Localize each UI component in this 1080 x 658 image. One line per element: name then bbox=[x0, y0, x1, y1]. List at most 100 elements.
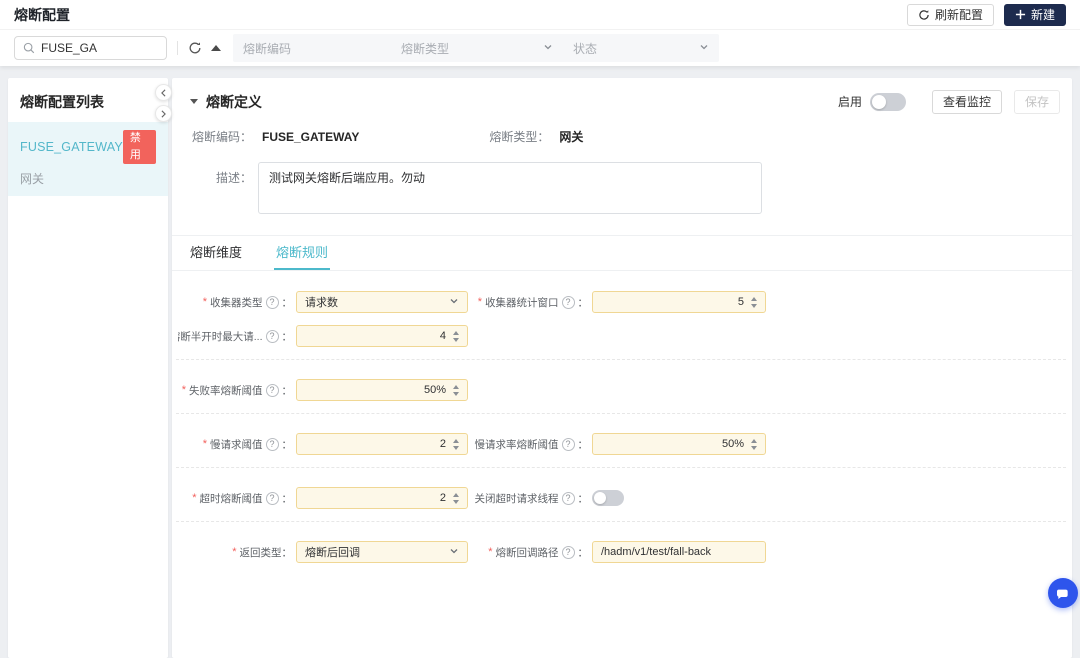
sidebar-item-row: FUSE_GATEWAY 禁用 bbox=[20, 130, 156, 164]
section-title: 熔断定义 bbox=[206, 93, 262, 110]
search-icon bbox=[23, 42, 35, 54]
panel-header: 熔断定义 启用 查看监控 保存 bbox=[172, 78, 1072, 114]
search-value: FUSE_GA bbox=[41, 41, 98, 55]
page-prev-button[interactable] bbox=[155, 84, 172, 101]
timeout-label: * 超时熔断阈值?： bbox=[192, 491, 292, 505]
slow-rate-label: *慢请求率熔断阈值?： bbox=[474, 437, 588, 451]
config-name: FUSE_GATEWAY bbox=[20, 140, 123, 154]
toggle-knob bbox=[594, 492, 606, 504]
collector-type-select[interactable]: 请求数 bbox=[296, 291, 468, 313]
help-icon[interactable]: ? bbox=[265, 383, 279, 397]
description-row: 描述： 测试网关熔断后端应用。勿动 bbox=[172, 162, 1072, 214]
help-widget-button[interactable] bbox=[1048, 578, 1078, 608]
callback-path-label: * 熔断回调路径?： bbox=[488, 545, 588, 559]
form-row: * 失败率熔断阈值?： 50% bbox=[172, 379, 1072, 401]
half-open-max-label: *熔断半开时最大请...?： bbox=[178, 329, 292, 343]
tab-bar: 熔断维度 熔断规则 bbox=[172, 236, 1072, 271]
collapse-filters-icon[interactable] bbox=[211, 45, 221, 51]
description-textarea[interactable]: 测试网关熔断后端应用。勿动 bbox=[258, 162, 762, 214]
definition-info-row: 熔断编码： FUSE_GATEWAY 熔断类型： 网关 bbox=[172, 128, 1072, 145]
sidebar: 熔断配置列表 FUSE_GATEWAY 禁用 网关 bbox=[8, 78, 172, 658]
status-badge: 禁用 bbox=[122, 130, 156, 164]
definition-section-toggle[interactable]: 熔断定义 bbox=[190, 92, 262, 112]
app-root: 熔断配置 刷新配置 新建 FUSE_GA 熔断编码 熔断类型 状态 熔断配置列表… bbox=[0, 0, 1080, 658]
search-input[interactable]: FUSE_GA bbox=[14, 36, 167, 60]
group-separator bbox=[176, 467, 1066, 468]
sidebar-item-fuse-gateway[interactable]: FUSE_GATEWAY 禁用 网关 bbox=[8, 122, 168, 196]
page-title: 熔断配置 bbox=[14, 6, 70, 23]
slow-rate-input[interactable]: 50% bbox=[592, 433, 766, 455]
collector-type-label: * 收集器类型?： bbox=[202, 295, 292, 309]
callback-path-input[interactable]: /hadm/v1/test/fall-back bbox=[592, 541, 766, 563]
chevron-down-icon bbox=[449, 296, 459, 309]
number-stepper[interactable] bbox=[751, 296, 757, 308]
tab-fuse-rule[interactable]: 熔断规则 bbox=[274, 236, 331, 270]
filter-status-select[interactable]: 状态 bbox=[563, 34, 719, 62]
save-button[interactable]: 保存 bbox=[1013, 89, 1060, 114]
help-icon[interactable]: ? bbox=[265, 491, 279, 505]
plus-icon bbox=[1015, 9, 1026, 20]
rule-form: * 收集器类型?： 请求数 * 收集器统计窗口?： 5 熔断半开时最大请... … bbox=[172, 271, 1072, 563]
help-icon[interactable]: ? bbox=[561, 545, 575, 559]
filter-type-select[interactable]: 熔断类型 bbox=[391, 34, 563, 62]
header-controls: 启用 查看监控 保存 bbox=[837, 89, 1060, 114]
help-icon[interactable]: ? bbox=[561, 491, 575, 505]
group-separator bbox=[176, 359, 1066, 360]
tab-fuse-dimension[interactable]: 熔断维度 bbox=[188, 236, 244, 270]
sidebar-title: 熔断配置列表 bbox=[20, 94, 104, 110]
group-separator bbox=[176, 413, 1066, 414]
code-label: 熔断编码： bbox=[191, 130, 252, 144]
collector-window-label: * 收集器统计窗口?： bbox=[477, 295, 588, 309]
failure-rate-input[interactable]: 50% bbox=[296, 379, 468, 401]
number-stepper[interactable] bbox=[453, 438, 459, 450]
toggle-cell bbox=[592, 490, 766, 506]
top-bar: 熔断配置 刷新配置 新建 bbox=[0, 0, 1080, 30]
timeout-input[interactable]: 2 bbox=[296, 487, 468, 509]
type-pair: 熔断类型： 网关 bbox=[489, 128, 583, 145]
description-label: 描述： bbox=[215, 171, 252, 185]
filter-code-input[interactable]: 熔断编码 bbox=[233, 34, 391, 62]
help-icon[interactable]: ? bbox=[265, 295, 279, 309]
enable-toggle[interactable] bbox=[869, 92, 906, 111]
refresh-list-icon[interactable] bbox=[188, 41, 202, 55]
code-value: FUSE_GATEWAY bbox=[262, 129, 360, 144]
number-stepper[interactable] bbox=[751, 438, 757, 450]
config-type: 网关 bbox=[20, 172, 45, 186]
help-icon[interactable]: ? bbox=[561, 437, 575, 451]
number-stepper[interactable] bbox=[453, 330, 459, 342]
topbar-actions: 刷新配置 新建 bbox=[906, 3, 1066, 26]
enable-label: 启用 bbox=[837, 95, 862, 109]
sidebar-pager bbox=[155, 84, 172, 122]
page-next-button[interactable] bbox=[155, 105, 172, 122]
form-row: *慢请求阈值?： 2 *慢请求率熔断阈值?： 50% bbox=[172, 433, 1072, 455]
help-icon[interactable]: ? bbox=[265, 329, 279, 343]
caret-down-icon bbox=[190, 99, 198, 104]
help-icon[interactable]: ? bbox=[265, 437, 279, 451]
number-stepper[interactable] bbox=[453, 492, 459, 504]
filter-bar: FUSE_GA 熔断编码 熔断类型 状态 bbox=[0, 30, 1080, 66]
create-button[interactable]: 新建 bbox=[1003, 3, 1066, 26]
toggle-knob bbox=[871, 94, 886, 109]
chevron-down-icon bbox=[543, 41, 553, 55]
form-row: *超时熔断阈值?： 2 *关闭超时请求线程?： bbox=[172, 487, 1072, 509]
divider bbox=[177, 41, 178, 55]
number-stepper[interactable] bbox=[453, 384, 459, 396]
chevron-down-icon bbox=[699, 41, 709, 55]
type-label: 熔断类型： bbox=[489, 130, 550, 144]
collector-window-input[interactable]: 5 bbox=[592, 291, 766, 313]
slow-request-label: * 慢请求阈值?： bbox=[202, 437, 292, 451]
half-open-max-input[interactable]: 4 bbox=[296, 325, 468, 347]
help-icon[interactable]: ? bbox=[561, 295, 575, 309]
view-monitor-button[interactable]: 查看监控 bbox=[931, 89, 1002, 114]
refresh-config-button[interactable]: 刷新配置 bbox=[906, 3, 994, 26]
close-timeout-thread-toggle[interactable] bbox=[592, 490, 624, 506]
form-row: *熔断半开时最大请...?： 4 bbox=[172, 325, 1072, 347]
form-row: * 返回类型： 熔断后回调 * 熔断回调路径?： /hadm/v1/test/fal… bbox=[172, 541, 1072, 563]
close-timeout-thread-label: *关闭超时请求线程?： bbox=[474, 491, 588, 505]
group-separator bbox=[176, 521, 1066, 522]
return-type-select[interactable]: 熔断后回调 bbox=[296, 541, 468, 563]
slow-request-input[interactable]: 2 bbox=[296, 433, 468, 455]
type-value: 网关 bbox=[559, 130, 584, 144]
refresh-icon bbox=[918, 9, 930, 21]
chat-bubble-icon bbox=[1055, 585, 1071, 601]
